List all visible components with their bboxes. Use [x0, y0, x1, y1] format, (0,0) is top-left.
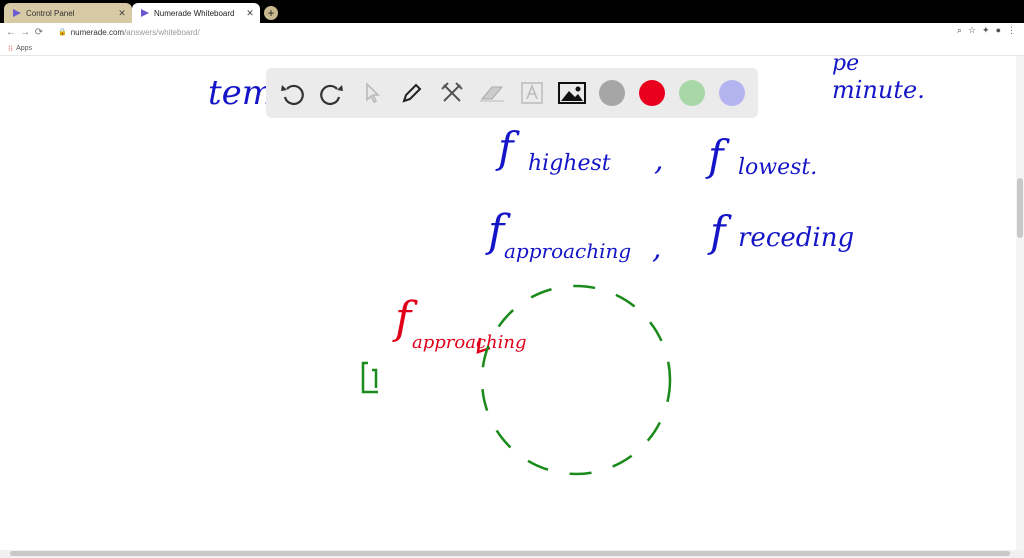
- color-gray-swatch[interactable]: [592, 73, 632, 113]
- ink-layer: tem pe minute. f highest , f lowest. f a…: [208, 56, 925, 476]
- numerade-favicon-icon: [13, 9, 21, 17]
- forward-icon[interactable]: →: [18, 27, 32, 38]
- apps-bookmark[interactable]: Apps: [16, 45, 32, 52]
- color-purple-swatch[interactable]: [712, 73, 752, 113]
- lock-icon: 🔒: [58, 29, 67, 36]
- apps-grid-icon[interactable]: ⁝⁝: [8, 44, 13, 53]
- horizontal-scroll-thumb[interactable]: [10, 551, 1010, 556]
- ink-text-f-highest: f: [495, 123, 520, 172]
- profile-avatar-icon[interactable]: ●: [996, 25, 1001, 36]
- ink-text-highest-sub: highest: [528, 151, 611, 176]
- vertical-scroll-thumb[interactable]: [1017, 178, 1023, 238]
- tab-label: Numerade Whiteboard: [154, 8, 235, 18]
- bookmarks-bar: ⁝⁝ Apps: [0, 41, 1024, 56]
- color-green-swatch[interactable]: [672, 73, 712, 113]
- ink-text-minute: minute.: [832, 76, 925, 104]
- ink-text-f-lowest: f: [705, 131, 730, 180]
- reload-icon[interactable]: ⟳: [32, 27, 46, 38]
- zoom-icon[interactable]: ⌕: [957, 25, 962, 36]
- ink-green-dashed-circle: [480, 284, 672, 476]
- ink-text-pe: pe: [832, 56, 859, 76]
- tab-label: Control Panel: [26, 8, 75, 18]
- new-tab-button[interactable]: +: [264, 6, 278, 20]
- vertical-scrollbar[interactable]: [1016, 56, 1024, 550]
- ink-text-approaching-sub: approaching: [504, 239, 631, 263]
- ink-text-f-receding: f: [707, 207, 732, 256]
- color-red-swatch[interactable]: [632, 73, 672, 113]
- redo-icon[interactable]: [312, 73, 352, 113]
- address-bar[interactable]: 🔒 numerade.com /answers/whiteboard/: [58, 25, 968, 39]
- pen-icon[interactable]: [392, 73, 432, 113]
- undo-icon[interactable]: [272, 73, 312, 113]
- browser-toolbar: ← → ⟳ 🔒 numerade.com /answers/whiteboard…: [0, 23, 1024, 41]
- numerade-favicon-icon: [141, 9, 149, 17]
- tab-close-icon[interactable]: ✕: [115, 8, 129, 19]
- ink-text-red-approaching: approaching: [412, 332, 527, 353]
- whiteboard-toolbar: [266, 68, 758, 118]
- url-host: numerade.com: [70, 27, 125, 37]
- menu-kebab-icon[interactable]: ⋮: [1007, 25, 1016, 36]
- toolbar-right-icons: ⌕ ☆ ✦ ● ⋮: [957, 25, 1016, 36]
- text-icon[interactable]: [512, 73, 552, 113]
- ink-text-lowest-sub: lowest.: [738, 155, 817, 180]
- ink-comma-2: ,: [652, 231, 662, 266]
- ink-text-tem: tem: [208, 73, 274, 113]
- ink-green-bracket: [361, 361, 378, 394]
- eraser-icon[interactable]: [472, 73, 512, 113]
- tab-numerade-whiteboard[interactable]: Numerade Whiteboard ✕: [132, 3, 260, 23]
- bookmark-star-icon[interactable]: ☆: [968, 25, 976, 36]
- image-icon[interactable]: [552, 73, 592, 113]
- tab-strip: Control Panel ✕ Numerade Whiteboard ✕ +: [0, 0, 1024, 23]
- pointer-icon[interactable]: [352, 73, 392, 113]
- ink-comma-1: ,: [654, 143, 664, 178]
- url-path: /answers/whiteboard/: [124, 27, 200, 37]
- tab-control-panel[interactable]: Control Panel ✕: [4, 3, 132, 23]
- back-icon[interactable]: ←: [4, 27, 18, 38]
- ink-text-receding-sub: receding: [738, 223, 854, 253]
- tools-icon[interactable]: [432, 73, 472, 113]
- tab-close-icon[interactable]: ✕: [243, 8, 257, 19]
- extensions-icon[interactable]: ✦: [982, 25, 990, 36]
